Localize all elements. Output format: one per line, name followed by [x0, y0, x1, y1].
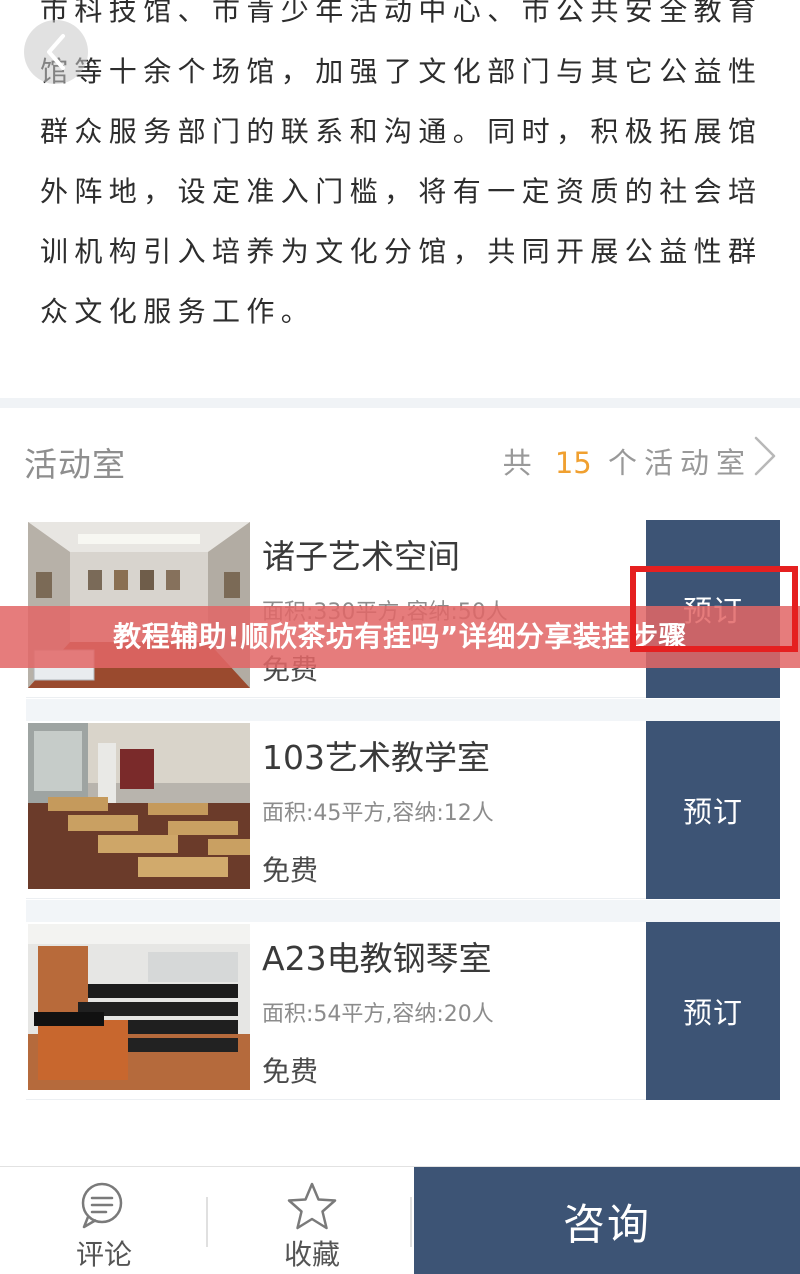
room-count: 共 15 个活动室 — [503, 440, 752, 482]
room-price: 免费 — [262, 1055, 319, 1088]
room-photo — [28, 924, 250, 1090]
comment-label: 评论 — [75, 1238, 132, 1271]
room-name: A23电教钢琴室 — [262, 939, 492, 978]
section-title: 活动室 — [24, 445, 126, 484]
star-outline-icon — [287, 1182, 337, 1230]
consult-button[interactable]: 咨询 — [414, 1167, 800, 1274]
comment-bubble-icon — [81, 1182, 123, 1229]
intro-paragraph: 市科技馆、市青少年活动中心、市公共安全教育 馆等十余个场馆，加强了文化部门与其它… — [40, 0, 760, 354]
intro-line: 训机构引入培养为文化分馆，共同开展公益性群 — [40, 235, 763, 268]
chevron-right-icon[interactable] — [752, 434, 778, 478]
intro-line: 外阵地，设定准入门槛，将有一定资质的社会培 — [40, 175, 763, 208]
room-info: 面积:45平方,容纳:12人 — [262, 801, 494, 826]
room-price: 免费 — [262, 854, 319, 887]
section-divider — [0, 398, 800, 408]
intro-line: 市科技馆、市青少年活动中心、市公共安全教育 — [40, 0, 763, 27]
list-separator — [26, 699, 780, 721]
chevron-left-icon — [47, 34, 65, 70]
room-info: 面积:54平方,容纳:20人 — [262, 1002, 494, 1027]
room-photo — [28, 723, 250, 889]
intro-line: 群众服务部门的联系和沟通。同时，积极拓展馆 — [40, 115, 763, 148]
activity-room-header[interactable]: 活动室 共 15 个活动室 — [0, 408, 800, 508]
comment-tab[interactable]: 评论 — [4, 1167, 204, 1274]
room-card[interactable]: A23电教钢琴室 面积:54平方,容纳:20人 免费 预订 — [26, 922, 780, 1100]
favorite-label: 收藏 — [283, 1238, 340, 1271]
highlight-box — [630, 566, 798, 652]
back-button[interactable] — [24, 20, 88, 84]
room-card[interactable]: 103艺术教学室 面积:45平方,容纳:12人 免费 预订 — [26, 721, 780, 899]
count-number: 15 — [554, 446, 592, 480]
book-button[interactable]: 预订 — [646, 721, 780, 899]
bottom-action-bar: 评论 收藏 咨询 — [0, 1166, 800, 1274]
intro-line: 众文化服务工作。 — [40, 295, 316, 328]
room-name: 诸子艺术空间 — [262, 537, 460, 576]
intro-line: 馆等十余个场馆，加强了文化部门与其它公益性 — [40, 55, 763, 88]
favorite-tab[interactable]: 收藏 — [212, 1167, 412, 1274]
tab-divider — [206, 1197, 208, 1247]
list-separator — [26, 900, 780, 922]
book-button[interactable]: 预订 — [646, 922, 780, 1100]
tab-divider — [410, 1197, 412, 1247]
count-prefix: 共 — [502, 446, 539, 480]
count-suffix: 个活动室 — [607, 446, 752, 480]
room-name: 103艺术教学室 — [262, 738, 490, 777]
